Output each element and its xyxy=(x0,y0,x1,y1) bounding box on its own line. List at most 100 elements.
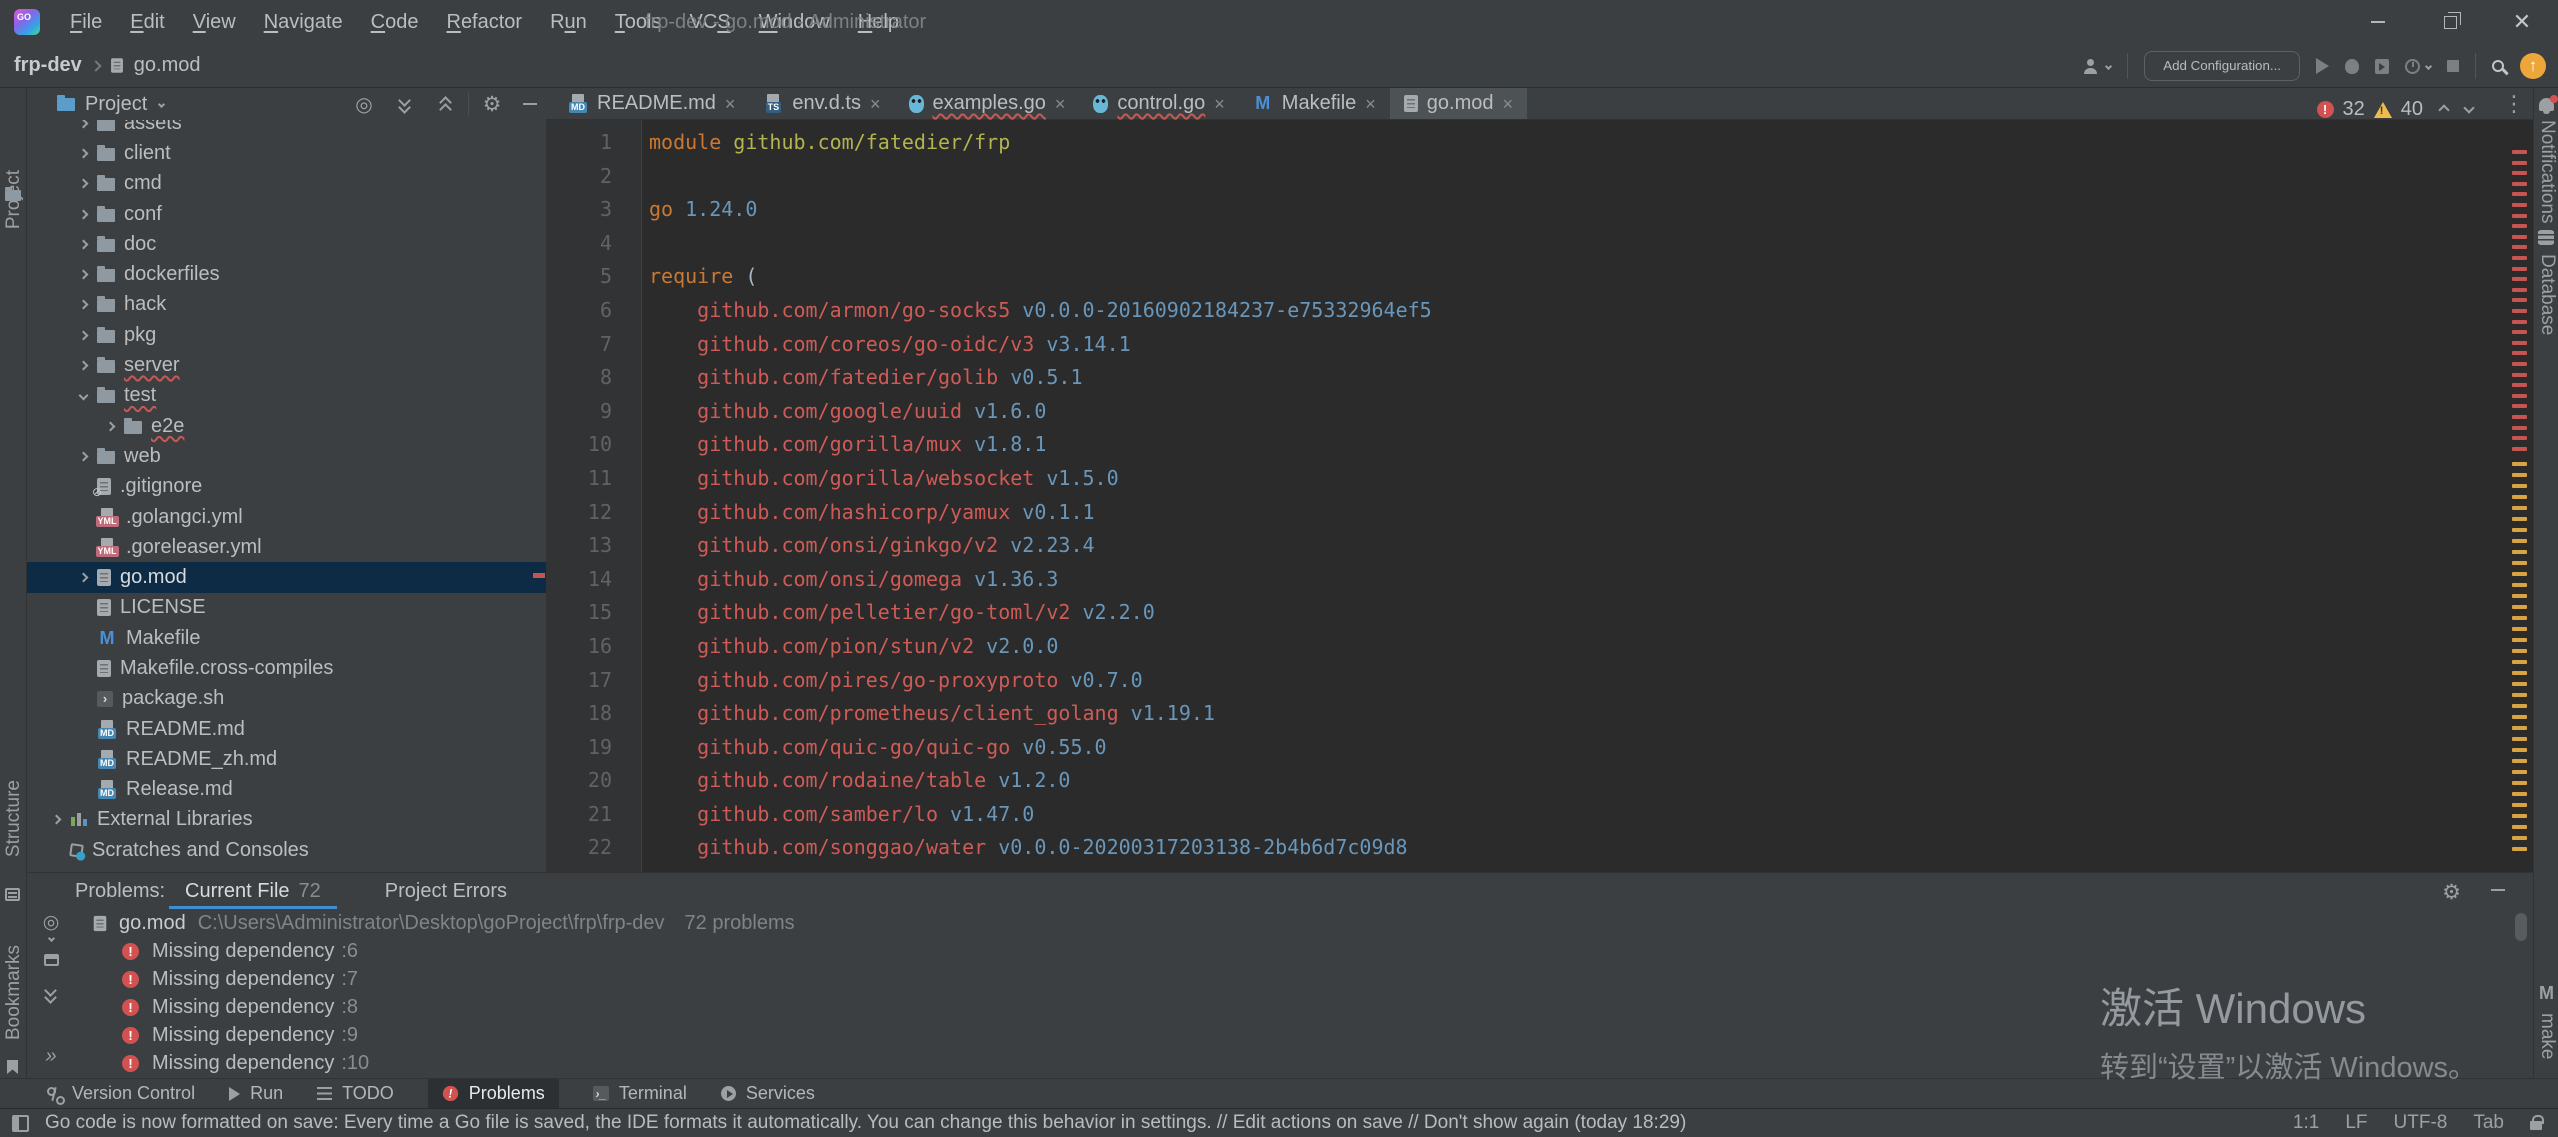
project-stripe-icon[interactable] xyxy=(5,190,21,201)
expand-arrow-icon[interactable] xyxy=(70,332,97,339)
menu-code[interactable]: Code xyxy=(357,0,433,44)
more-actions-icon[interactable] xyxy=(45,1039,56,1073)
tree-item--goreleaser-yml[interactable]: YML.goreleaser.yml xyxy=(27,532,546,562)
tree-item-release-md[interactable]: MDRelease.md xyxy=(27,775,546,805)
maximize-button[interactable] xyxy=(2414,0,2486,44)
expand-arrow-icon[interactable] xyxy=(70,574,97,581)
toolwindow-todo[interactable]: TODO xyxy=(317,1079,394,1109)
expand-arrow-icon[interactable] xyxy=(70,211,97,218)
collapse-all-icon[interactable] xyxy=(433,88,459,120)
inspections-widget[interactable]: 32 40 xyxy=(2317,98,2474,121)
menu-edit[interactable]: Edit xyxy=(116,0,178,44)
breadcrumb-file[interactable]: go.mod xyxy=(134,54,201,77)
menu-navigate[interactable]: Navigate xyxy=(250,0,357,44)
status-message[interactable]: Go code is now formatted on save: Every … xyxy=(45,1112,1686,1134)
code-line[interactable]: 14 github.com/onsi/gomega v1.36.3 xyxy=(546,563,2533,597)
tool-window-switcher-icon[interactable] xyxy=(12,1115,29,1132)
stripe-bookmarks-label[interactable]: Bookmarks xyxy=(3,945,25,1040)
tree-item--gitignore[interactable]: .gitignore xyxy=(27,472,546,502)
editor-tab-readme-md[interactable]: MDREADME.md xyxy=(554,88,749,119)
select-opened-file-icon[interactable] xyxy=(351,88,377,120)
tree-item-doc[interactable]: doc xyxy=(27,229,546,259)
tab-options-icon[interactable] xyxy=(2503,88,2525,120)
expand-arrow-icon[interactable] xyxy=(70,301,97,308)
problem-row[interactable]: Missing dependency:10 xyxy=(75,1049,2533,1077)
error-stripe[interactable] xyxy=(2507,120,2533,872)
ide-update-icon[interactable]: ↑ xyxy=(2520,53,2546,79)
line-separator[interactable]: LF xyxy=(2345,1112,2367,1134)
readonly-lock-icon[interactable] xyxy=(2530,1121,2542,1130)
toolwindow-problems[interactable]: Problems xyxy=(428,1079,559,1109)
code-line[interactable]: 17 github.com/pires/go-proxyproto v0.7.0 xyxy=(546,664,2533,698)
tab-close-icon[interactable] xyxy=(725,95,736,113)
bookmark-icon[interactable] xyxy=(7,1060,18,1074)
code-content[interactable]: 1module github.com/fatedier/frp23go 1.24… xyxy=(546,126,2533,865)
tree-item-makefile-cross-compiles[interactable]: Makefile.cross-compiles xyxy=(27,653,546,683)
add-configuration-button[interactable]: Add Configuration... xyxy=(2144,51,2300,81)
code-line[interactable]: 10 github.com/gorilla/mux v1.8.1 xyxy=(546,428,2533,462)
menu-view[interactable]: View xyxy=(179,0,250,44)
problem-row[interactable]: Missing dependency:8 xyxy=(75,993,2533,1021)
hide-panel-icon[interactable] xyxy=(517,88,543,120)
code-line[interactable]: 1module github.com/fatedier/frp xyxy=(546,126,2533,160)
editor-tab-env-d-ts[interactable]: TSenv.d.ts xyxy=(749,88,894,119)
expand-arrow-icon[interactable] xyxy=(43,816,70,823)
problems-settings-gear-icon[interactable] xyxy=(2442,880,2461,905)
expand-all-icon[interactable] xyxy=(43,977,59,1011)
problems-file-row[interactable]: go.mod C:\Users\Administrator\Desktop\go… xyxy=(75,909,2533,937)
tree-item-license[interactable]: LICENSE xyxy=(27,593,546,623)
expand-arrow-icon[interactable] xyxy=(70,180,97,187)
run-icon[interactable] xyxy=(2316,58,2329,74)
code-line[interactable]: 7 github.com/coreos/go-oidc/v3 v3.14.1 xyxy=(546,328,2533,362)
expand-all-icon[interactable] xyxy=(392,88,418,120)
tree-item-go-mod[interactable]: go.mod xyxy=(27,562,546,592)
toolwindow-services[interactable]: Services xyxy=(721,1079,815,1109)
tree-item-makefile[interactable]: MMakefile xyxy=(27,623,546,653)
toolwindow-run[interactable]: Run xyxy=(229,1079,283,1109)
code-line[interactable]: 19 github.com/quic-go/quic-go v0.55.0 xyxy=(546,731,2533,765)
editor-tab-examples-go[interactable]: examples.go xyxy=(895,88,1080,119)
expand-arrow-icon[interactable] xyxy=(70,120,97,127)
tree-item-external-libraries[interactable]: External Libraries xyxy=(27,805,546,835)
tree-item-web[interactable]: web xyxy=(27,441,546,471)
user-menu-button[interactable] xyxy=(2082,59,2111,74)
tree-item-client[interactable]: client xyxy=(27,138,546,168)
project-settings-gear-icon[interactable] xyxy=(479,88,505,120)
stripe-make-label[interactable]: make xyxy=(2536,1013,2558,1059)
run-with-coverage-icon[interactable] xyxy=(2375,59,2389,74)
problem-row[interactable]: Missing dependency:7 xyxy=(75,965,2533,993)
code-line[interactable]: 9 github.com/google/uuid v1.6.0 xyxy=(546,395,2533,429)
code-line[interactable]: 11 github.com/gorilla/websocket v1.5.0 xyxy=(546,462,2533,496)
stripe-notifications-label[interactable]: Notifications xyxy=(2536,120,2558,224)
search-everywhere-icon[interactable] xyxy=(2492,60,2504,72)
tab-current-file[interactable]: Current File72 xyxy=(165,873,341,909)
make-tool-icon[interactable]: M xyxy=(2539,983,2554,1004)
toolwindow-terminal[interactable]: Terminal xyxy=(593,1079,687,1109)
notifications-bell-icon[interactable] xyxy=(2539,98,2554,111)
tab-close-icon[interactable] xyxy=(1365,95,1376,113)
tree-item-hack[interactable]: hack xyxy=(27,290,546,320)
code-line[interactable]: 15 github.com/pelletier/go-toml/v2 v2.2.… xyxy=(546,596,2533,630)
code-line[interactable]: 2 xyxy=(546,160,2533,194)
code-line[interactable]: 6 github.com/armon/go-socks5 v0.0.0-2016… xyxy=(546,294,2533,328)
expand-arrow-icon[interactable] xyxy=(97,423,124,430)
expand-arrow-icon[interactable] xyxy=(70,150,97,157)
collapse-arrow-icon[interactable] xyxy=(70,392,97,399)
tree-item-e2e[interactable]: e2e xyxy=(27,411,546,441)
code-line[interactable]: 3go 1.24.0 xyxy=(546,193,2533,227)
expand-arrow-icon[interactable] xyxy=(70,271,97,278)
autoscroll-to-source-icon[interactable] xyxy=(43,909,60,943)
editor-tab-control-go[interactable]: control.go xyxy=(1079,88,1238,119)
minimize-button[interactable] xyxy=(2342,0,2414,44)
tree-item-pkg[interactable]: pkg xyxy=(27,320,546,350)
tree-item-scratches-and-consoles[interactable]: Scratches and Consoles xyxy=(27,835,546,865)
next-problem-icon[interactable] xyxy=(2463,102,2474,113)
database-icon[interactable] xyxy=(2538,230,2554,245)
close-button[interactable]: ✕ xyxy=(2486,0,2558,44)
code-line[interactable]: 5require ( xyxy=(546,260,2533,294)
editor-tab-makefile[interactable]: MMakefile xyxy=(1239,88,1390,119)
tree-item-dockerfiles[interactable]: dockerfiles xyxy=(27,259,546,289)
tree-item-package-sh[interactable]: package.sh xyxy=(27,684,546,714)
code-line[interactable]: 20 github.com/rodaine/table v1.2.0 xyxy=(546,764,2533,798)
tree-item-cmd[interactable]: cmd xyxy=(27,169,546,199)
